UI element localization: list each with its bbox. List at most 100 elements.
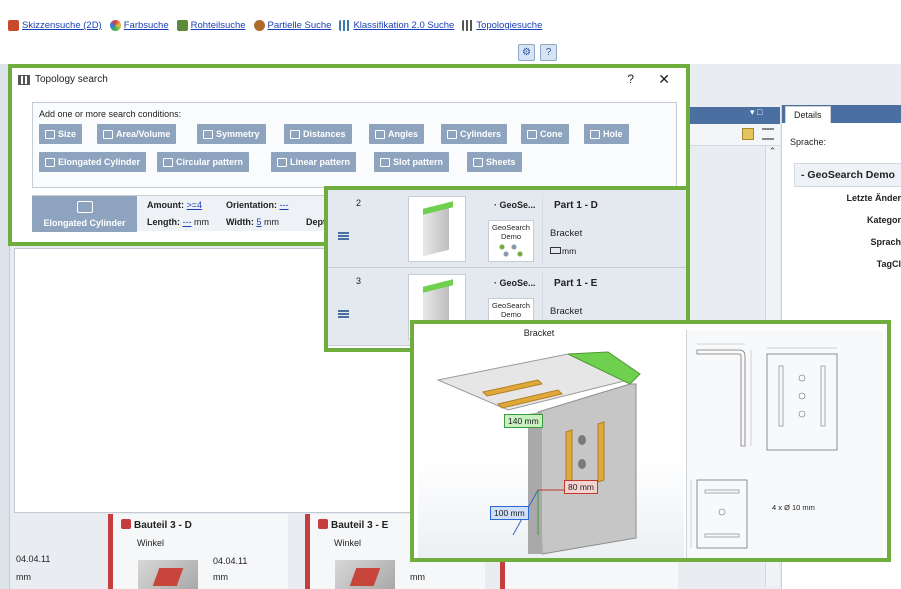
raw-part-icon	[176, 20, 188, 31]
dimension-label-140: 140 mm	[504, 414, 543, 428]
slot-pattern-icon	[380, 157, 390, 167]
conditions-instructions: Add one or more search conditions:	[39, 109, 182, 119]
symmetry-button[interactable]: Symmetry	[197, 124, 266, 144]
column-divider	[542, 194, 543, 264]
size-icon	[45, 129, 55, 139]
circular-pattern-icon	[163, 157, 173, 167]
topology-search-link[interactable]: Topologiesuche	[462, 20, 542, 31]
part-preview-viewer: Bracket 140 mm 80 mm 100 mm 4 x Ø 10 mm	[410, 320, 891, 562]
part-unit: mm	[550, 246, 576, 256]
pin-icon[interactable]: ▾ □	[750, 107, 762, 117]
partial-search-link[interactable]: Partielle Suche	[253, 20, 331, 31]
elongated-cylinder-condition[interactable]: Elongated Cylinder	[32, 196, 137, 232]
area-volume-icon	[103, 129, 113, 139]
search-toolbar: Skizzensuche (2D) Farbsuche Rohteilsuche…	[0, 0, 901, 61]
grid-view-icon[interactable]	[742, 128, 754, 140]
geosearch-demo-badge: GeoSearch Demo	[488, 220, 534, 262]
part-card-subtitle: Winkel	[137, 538, 165, 548]
amount-value-link[interactable]: >=4	[187, 200, 203, 210]
area-volume-button[interactable]: Area/Volume	[97, 124, 177, 144]
card-date: 04.04.11	[213, 556, 248, 566]
prop-language: Sprach	[870, 237, 901, 247]
part-thumbnail	[138, 560, 198, 589]
dimension-label-100: 100 mm	[490, 506, 529, 520]
geosearch-label: · GeoSe...	[494, 200, 536, 210]
amount-field: Amount: >=4	[147, 200, 203, 210]
linear-pattern-button[interactable]: Linear pattern	[271, 152, 357, 172]
cylinders-button[interactable]: Cylinders	[441, 124, 508, 144]
color-wheel-icon	[109, 20, 121, 31]
row-menu-icon[interactable]	[338, 310, 349, 318]
help-icon: ?	[545, 47, 552, 58]
help-button[interactable]: ?	[627, 72, 634, 86]
dimension-label-80: 80 mm	[564, 480, 598, 494]
topology-icon	[462, 20, 474, 31]
dialog-title: Topology search	[18, 74, 108, 85]
side-unit-1: mm	[16, 572, 31, 582]
classification-icon	[339, 20, 351, 31]
width-value-link[interactable]: 5	[256, 217, 261, 227]
card-unit: mm	[213, 572, 228, 582]
technical-drawing: 4 x Ø 10 mm	[686, 330, 883, 558]
size-button[interactable]: Size	[39, 124, 83, 144]
result-rank: 2	[356, 198, 362, 208]
sheets-icon	[473, 157, 483, 167]
color-search-link[interactable]: Farbsuche	[109, 20, 169, 31]
slot-pattern-button[interactable]: Slot pattern	[374, 152, 450, 172]
geosearch-demo-group[interactable]: - GeoSearch Demo	[794, 163, 901, 187]
search-help-button[interactable]: ?	[540, 44, 557, 61]
language-label: Sprache:	[790, 137, 827, 147]
hole-pattern-note: 4 x Ø 10 mm	[772, 503, 815, 512]
prop-last-changed: Letzte Änder	[846, 193, 901, 203]
circular-pattern-button[interactable]: Circular pattern	[157, 152, 250, 172]
result-row[interactable]: 2 · GeoSe... GeoSearch Demo Part 1 - D B…	[328, 190, 686, 268]
partial-search-icon	[253, 20, 265, 31]
close-button[interactable]: ✕	[658, 71, 670, 88]
linear-pattern-icon	[277, 157, 287, 167]
part-thumbnail	[335, 560, 395, 589]
list-header-bar: ▾ □	[680, 107, 780, 124]
3d-model-view[interactable]: 140 mm 80 mm 100 mm	[418, 340, 684, 558]
length-value-link[interactable]: ---	[183, 217, 192, 227]
tab-details[interactable]: Details	[785, 106, 831, 123]
prop-category: Kategor	[866, 215, 901, 225]
sheets-button[interactable]: Sheets	[467, 152, 522, 172]
row-menu-icon[interactable]	[338, 232, 349, 240]
part-card-subtitle: Winkel	[334, 538, 362, 548]
search-conditions-box: Add one or more search conditions: Size …	[32, 102, 677, 188]
part-icon	[318, 519, 328, 529]
elongated-cylinder-icon	[45, 157, 55, 167]
scroll-up-icon[interactable]: ⌃	[769, 146, 777, 156]
sketch-icon	[8, 20, 19, 31]
side-date-1: 04.04.11	[16, 554, 51, 564]
symmetry-icon	[203, 129, 213, 139]
hole-icon	[590, 129, 600, 139]
hole-button[interactable]: Hole	[584, 124, 629, 144]
cylinders-icon	[447, 129, 457, 139]
search-options-button[interactable]: ⚙	[518, 44, 535, 61]
distances-button[interactable]: Distances	[284, 124, 352, 144]
angles-icon	[375, 129, 385, 139]
cone-button[interactable]: Cone	[521, 124, 569, 144]
part-icon	[121, 519, 131, 529]
length-field: Length: --- mm	[147, 217, 210, 227]
orientation-field: Orientation: ---	[226, 200, 289, 210]
result-rank: 3	[356, 276, 362, 286]
part-description: Bracket	[550, 306, 583, 317]
part-name: Part 1 - D	[554, 200, 598, 211]
details-tab-row: Details	[782, 105, 901, 123]
orientation-value-link[interactable]: ---	[280, 200, 289, 210]
demo-logo-icon	[496, 243, 526, 257]
angles-button[interactable]: Angles	[369, 124, 425, 144]
raw-part-search-link[interactable]: Rohteilsuche	[176, 20, 246, 31]
part-description: Bracket	[550, 228, 583, 239]
list-view-icon[interactable]	[762, 128, 774, 140]
classification-search-link[interactable]: Klassifikation 2.0 Suche	[339, 20, 454, 31]
width-field: Width: 5 mm	[226, 217, 279, 227]
sketch-search-link[interactable]: Skizzensuche (2D)	[8, 20, 102, 31]
part-card[interactable]: Bauteil 3 - D Winkel 04.04.11 mm	[108, 514, 288, 589]
elongated-cylinder-button[interactable]: Elongated Cylinder	[39, 152, 147, 172]
part-name: Part 1 - E	[554, 278, 598, 289]
cone-icon	[527, 129, 537, 139]
view-mode-toolbar	[684, 124, 780, 146]
